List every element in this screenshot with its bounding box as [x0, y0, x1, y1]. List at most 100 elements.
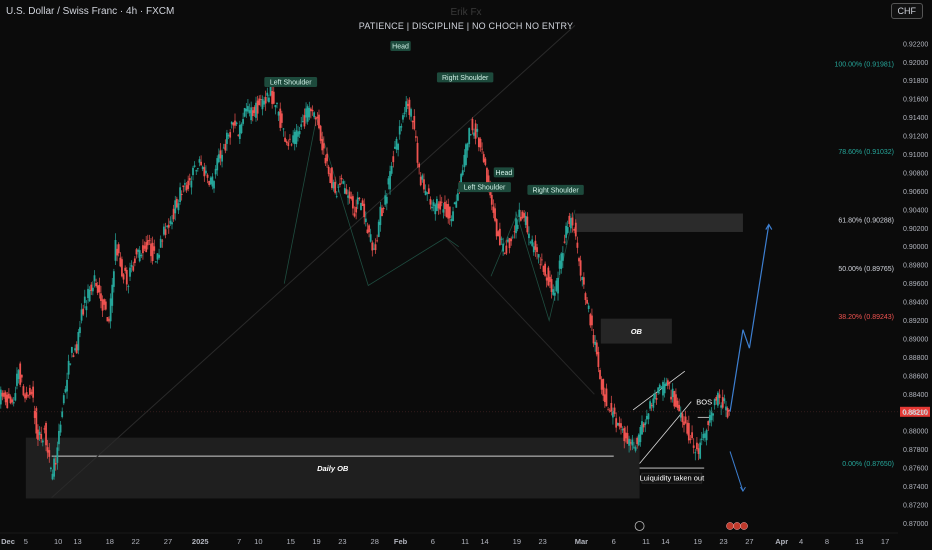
- candle-body: [179, 187, 181, 203]
- candle-body: [229, 132, 232, 138]
- candle-body: [463, 154, 466, 168]
- time-tick-label: Mar: [575, 537, 588, 546]
- candle-body: [516, 224, 519, 229]
- candle-body: [654, 394, 656, 399]
- candle-body: [234, 120, 236, 126]
- candle-body: [539, 264, 542, 266]
- candle-body: [235, 122, 238, 125]
- candle-body: [592, 335, 595, 344]
- time-tick-label: 14: [661, 537, 669, 546]
- chart-subtitle: PATIENCE | DISCIPLINE | NO CHOCH NO ENTR…: [358, 21, 574, 31]
- candle-body: [586, 299, 588, 304]
- candle-body: [87, 288, 89, 299]
- candle-body: [403, 112, 406, 114]
- candle-body: [332, 182, 335, 189]
- time-tick-label: 6: [431, 537, 435, 546]
- candle-body: [164, 229, 167, 235]
- candle-body: [263, 100, 265, 105]
- time-tick-label: 28: [371, 537, 379, 546]
- candle-body: [185, 185, 188, 191]
- candle-body: [112, 271, 115, 287]
- candle-body: [387, 178, 390, 185]
- price-tick-label: 0.91600: [903, 97, 928, 104]
- price-tick-label: 0.90600: [903, 189, 928, 196]
- candle-body: [618, 423, 621, 427]
- candle-body: [416, 142, 419, 163]
- price-tick-label: 0.89000: [903, 336, 928, 343]
- candle-body: [306, 106, 309, 122]
- time-tick-label: 15: [287, 537, 295, 546]
- price-chart[interactable]: OB Daily OB 100.00% (0.91981) 78.60% (0.91…: [0, 0, 932, 550]
- candle-body: [51, 473, 54, 480]
- candle-body: [376, 240, 379, 242]
- candle-body: [130, 265, 133, 267]
- time-tick-label: 7: [237, 537, 241, 546]
- candle-body: [599, 370, 601, 380]
- candle-body: [505, 245, 508, 254]
- candle-body: [471, 119, 474, 131]
- candle-body: [444, 201, 446, 210]
- pattern-label: Left Shoulder: [464, 185, 506, 192]
- time-tick-label: 8: [825, 537, 829, 546]
- time-tick-label: 19: [513, 537, 521, 546]
- candle-body: [133, 258, 136, 264]
- candle-body: [22, 386, 25, 396]
- candle-body: [37, 429, 39, 440]
- candle-body: [658, 384, 661, 389]
- liquidity-label: Luiquidity taken out: [640, 474, 706, 483]
- candle-body: [721, 397, 724, 408]
- candle-body: [641, 421, 643, 435]
- bos-label: BOS: [696, 397, 712, 406]
- candle-body: [30, 391, 33, 394]
- candle-body: [670, 396, 672, 400]
- candle-body: [726, 407, 729, 418]
- candle-body: [368, 225, 370, 233]
- candle-body: [111, 284, 114, 306]
- candle-body: [226, 132, 228, 144]
- zone-label: OB: [631, 327, 643, 336]
- time-tick-label: 18: [106, 537, 114, 546]
- candle-body: [705, 430, 708, 441]
- candle-body: [503, 253, 506, 255]
- candle-body: [700, 438, 703, 440]
- candle-body: [521, 211, 524, 219]
- candle-body: [634, 447, 637, 451]
- candle-body: [547, 267, 550, 286]
- candle-body: [665, 382, 668, 386]
- candle-body: [481, 148, 484, 150]
- candle-body: [456, 193, 459, 201]
- candle-body: [59, 424, 62, 433]
- currency-button[interactable]: CHF: [890, 3, 923, 19]
- candle-body: [410, 109, 412, 117]
- candle-body: [74, 348, 77, 351]
- candle-body: [377, 221, 380, 237]
- candle-body: [494, 208, 496, 221]
- candle-body: [206, 174, 209, 178]
- candle-body: [421, 175, 424, 180]
- candle-body: [361, 200, 364, 206]
- candle-body: [345, 189, 348, 195]
- candle-body: [364, 218, 367, 223]
- candle-body: [153, 246, 156, 251]
- candle-body: [382, 208, 385, 210]
- candle-body: [579, 260, 582, 276]
- candle-body: [251, 110, 254, 117]
- candle-body: [256, 100, 259, 114]
- price-tick-label: 0.87800: [903, 447, 928, 454]
- candle-body: [371, 242, 374, 251]
- candle-body: [217, 154, 220, 163]
- candle-body: [214, 168, 217, 175]
- candle-body: [240, 124, 243, 134]
- candle-body: [511, 236, 514, 238]
- candle-body: [106, 317, 109, 322]
- candle-body: [117, 244, 120, 254]
- candle-body: [447, 203, 450, 219]
- candle-body: [439, 201, 442, 210]
- price-tick-label: 0.89800: [903, 263, 928, 270]
- candle-body: [340, 177, 343, 180]
- candle-body: [502, 243, 505, 252]
- candle-body: [662, 382, 664, 396]
- candle-body: [666, 380, 669, 386]
- candle-body: [196, 167, 199, 169]
- price-tick-label: 0.87000: [903, 521, 928, 528]
